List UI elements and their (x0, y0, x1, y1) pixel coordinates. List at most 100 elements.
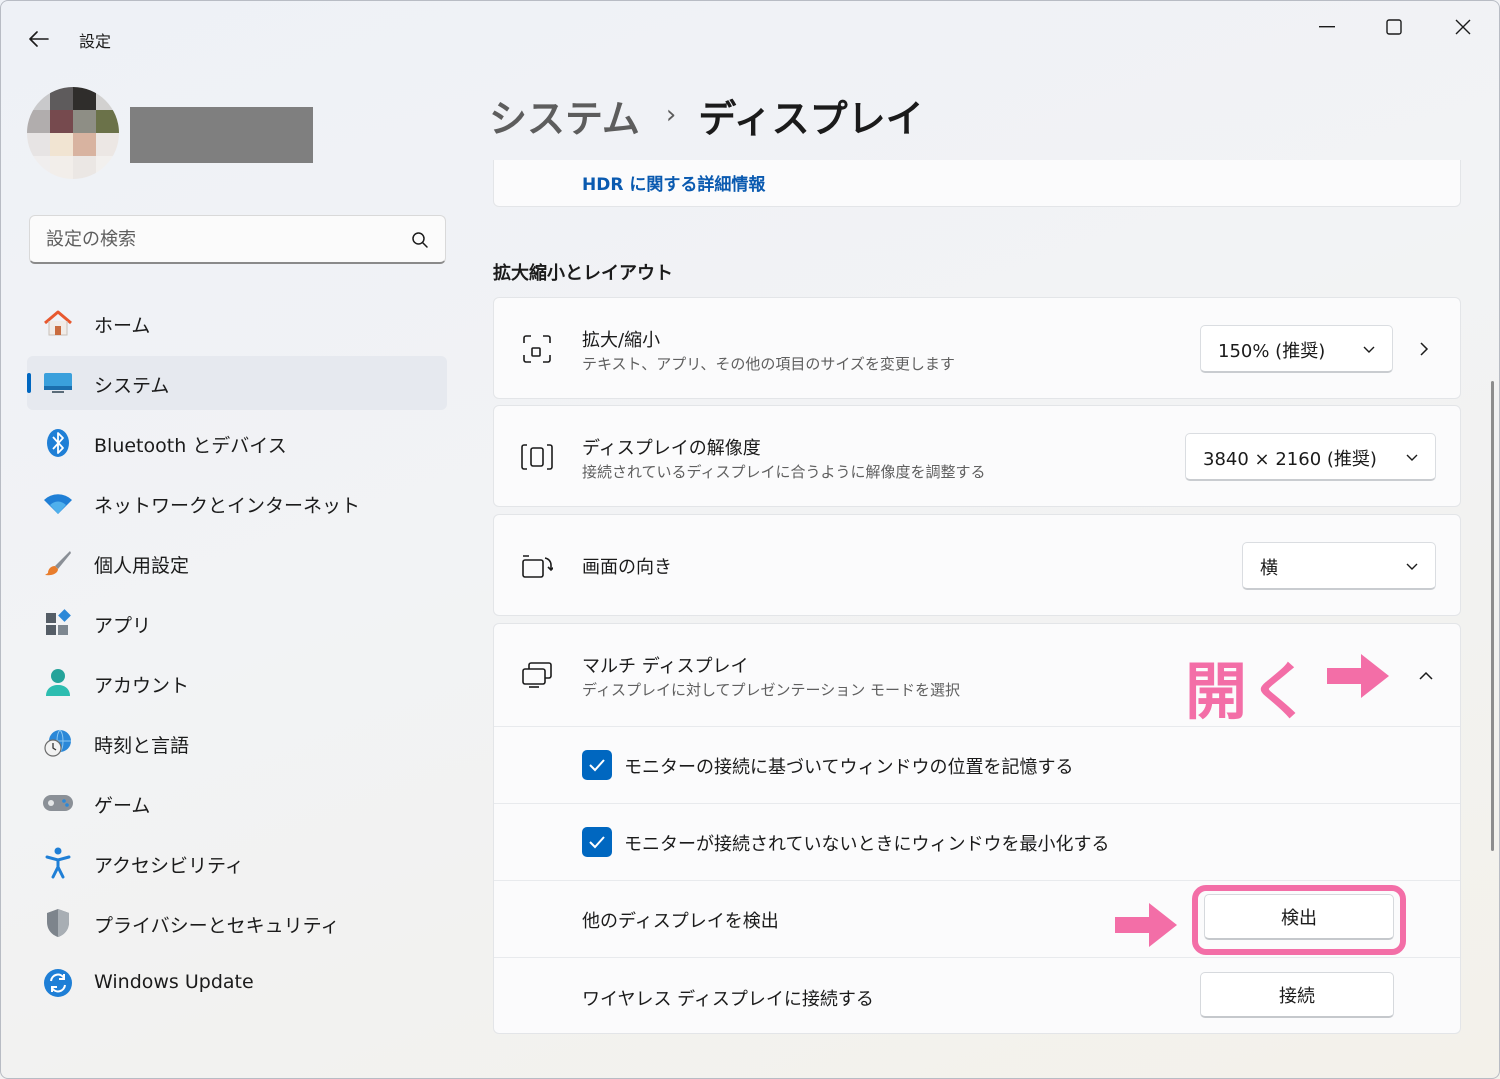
sidebar-item-privacy-security[interactable]: プライバシーとセキュリティ (27, 896, 447, 950)
multi-display-header[interactable]: マルチ ディスプレイ ディスプレイに対してプレゼンテーション モードを選択 (494, 624, 1460, 726)
accessibility-icon (41, 847, 75, 879)
chevron-down-icon (1406, 563, 1418, 570)
scale-card[interactable]: 拡大/縮小 テキスト、アプリ、その他の項目のサイズを変更します 150% (推奨… (493, 297, 1461, 399)
connect-button[interactable]: 接続 (1200, 972, 1394, 1018)
resolution-dropdown[interactable]: 3840 × 2160 (推奨) (1185, 433, 1436, 481)
sidebar-item-apps[interactable]: アプリ (27, 596, 447, 650)
chevron-right-icon[interactable] (1416, 341, 1432, 357)
orientation-dropdown[interactable]: 横 (1242, 542, 1436, 590)
hdr-card[interactable]: HDR に関する詳細情報 (493, 160, 1461, 207)
multi-display-icon (520, 658, 554, 692)
annotation-highlight-box (1192, 885, 1406, 955)
sidebar-item-label: ホーム (94, 315, 151, 337)
detect-displays-label: 他のディスプレイを検出 (582, 911, 779, 932)
gamepad-icon (41, 788, 75, 818)
wifi-icon (41, 488, 75, 518)
sidebar-item-accessibility[interactable]: アクセシビリティ (27, 836, 447, 890)
sidebar-item-home[interactable]: ホーム (27, 296, 447, 350)
hdr-info-link[interactable]: HDR に関する詳細情報 (582, 170, 765, 195)
chevron-down-icon (1406, 454, 1418, 461)
resolution-icon (520, 440, 554, 474)
annotation-open-text: 開く (1185, 655, 1314, 728)
remember-window-option[interactable]: モニターの接続に基づいてウィンドウの位置を記憶する (494, 727, 1460, 803)
checkmark-icon (589, 836, 605, 849)
search-icon[interactable] (411, 231, 429, 249)
sidebar-item-gaming[interactable]: ゲーム (27, 776, 447, 830)
orientation-title: 画面の向き (582, 557, 672, 578)
sidebar-item-accounts[interactable]: アカウント (27, 656, 447, 710)
page-title: ディスプレイ (698, 96, 924, 141)
sidebar-nav: ホーム システム Bluetooth とデバイス ネットワークとインターネット … (27, 296, 447, 1016)
sidebar-item-label: 個人用設定 (94, 555, 190, 577)
breadcrumb-separator: › (665, 100, 677, 130)
minimize-windows-option[interactable]: モニターが接続されていないときにウィンドウを最小化する (494, 804, 1460, 880)
account-icon (41, 668, 75, 698)
breadcrumb-parent[interactable]: システム (489, 88, 640, 143)
user-name-redacted (130, 107, 313, 163)
resolution-dropdown-value: 3840 × 2160 (推奨) (1203, 449, 1377, 470)
sidebar-item-label: アプリ (94, 615, 152, 637)
resolution-card: ディスプレイの解像度 接続されているディスプレイに合うように解像度を調整する 3… (493, 405, 1461, 507)
sidebar-item-label: 時刻と言語 (94, 735, 190, 757)
remember-window-label: モニターの接続に基づいてウィンドウの位置を記憶する (624, 757, 1074, 778)
scale-subtitle: テキスト、アプリ、その他の項目のサイズを変更します (582, 355, 955, 373)
sidebar-item-network[interactable]: ネットワークとインターネット (27, 476, 447, 530)
minimize-windows-checkbox[interactable] (582, 827, 612, 857)
minimize-windows-label: モニターが接続されていないときにウィンドウを最小化する (624, 834, 1110, 855)
minimize-icon (1319, 26, 1335, 28)
scale-title: 拡大/縮小 (582, 330, 661, 351)
search-input[interactable] (46, 216, 396, 262)
scale-dropdown[interactable]: 150% (推奨) (1200, 325, 1393, 373)
orientation-dropdown-value: 横 (1260, 558, 1278, 579)
title-bar: 設定 (1, 1, 1499, 73)
windows-update-icon (41, 968, 75, 998)
back-button[interactable] (19, 21, 59, 57)
sidebar-item-label: システム (94, 375, 170, 397)
section-title-scale-layout: 拡大縮小とレイアウト (493, 263, 673, 284)
search-box[interactable] (29, 215, 446, 264)
clock-globe-icon (41, 728, 75, 758)
sidebar-item-label: Windows Update (94, 971, 254, 993)
back-arrow-icon (29, 31, 49, 47)
sidebar-item-windows-update[interactable]: Windows Update (27, 956, 447, 1010)
sidebar-item-label: Bluetooth とデバイス (94, 435, 287, 457)
close-button[interactable] (1433, 9, 1493, 45)
wireless-display-label: ワイヤレス ディスプレイに接続する (582, 989, 874, 1010)
sidebar-item-bluetooth[interactable]: Bluetooth とデバイス (27, 416, 447, 470)
system-display-icon (41, 368, 75, 398)
divider (494, 957, 1460, 958)
remember-window-checkbox[interactable] (582, 750, 612, 780)
settings-window: 設定 ホーム システム (0, 0, 1500, 1079)
resolution-title: ディスプレイの解像度 (582, 438, 761, 459)
avatar[interactable] (27, 87, 119, 179)
maximize-icon (1386, 19, 1402, 35)
shield-icon (41, 908, 75, 938)
divider (494, 880, 1460, 881)
annotation-arrow-icon (1327, 654, 1389, 698)
resolution-subtitle: 接続されているディスプレイに合うように解像度を調整する (582, 463, 986, 481)
multi-display-subtitle: ディスプレイに対してプレゼンテーション モードを選択 (582, 681, 960, 699)
checkmark-icon (589, 759, 605, 772)
chevron-down-icon (1363, 346, 1375, 353)
paintbrush-icon (41, 548, 75, 578)
chevron-up-icon[interactable] (1418, 668, 1434, 684)
orientation-card: 画面の向き 横 (493, 514, 1461, 616)
multi-display-title: マルチ ディスプレイ (582, 656, 749, 677)
annotation-arrow-icon (1115, 903, 1177, 947)
scale-dropdown-value: 150% (推奨) (1218, 341, 1326, 362)
scrollbar[interactable] (1491, 381, 1494, 851)
sidebar-item-label: ゲーム (94, 795, 151, 817)
sidebar-item-time-language[interactable]: 時刻と言語 (27, 716, 447, 770)
orientation-icon (520, 549, 554, 583)
home-icon (41, 308, 75, 338)
sidebar-item-system[interactable]: システム (27, 356, 447, 410)
sidebar-item-label: ネットワークとインターネット (94, 495, 361, 517)
app-title: 設定 (79, 32, 112, 51)
close-icon (1455, 19, 1471, 35)
maximize-button[interactable] (1364, 9, 1424, 45)
scale-icon (520, 332, 554, 366)
minimize-button[interactable] (1297, 9, 1357, 45)
multi-display-card: マルチ ディスプレイ ディスプレイに対してプレゼンテーション モードを選択 モニ… (493, 623, 1461, 1034)
sidebar-item-personalization[interactable]: 個人用設定 (27, 536, 447, 590)
breadcrumb: システム › ディスプレイ (489, 87, 924, 143)
